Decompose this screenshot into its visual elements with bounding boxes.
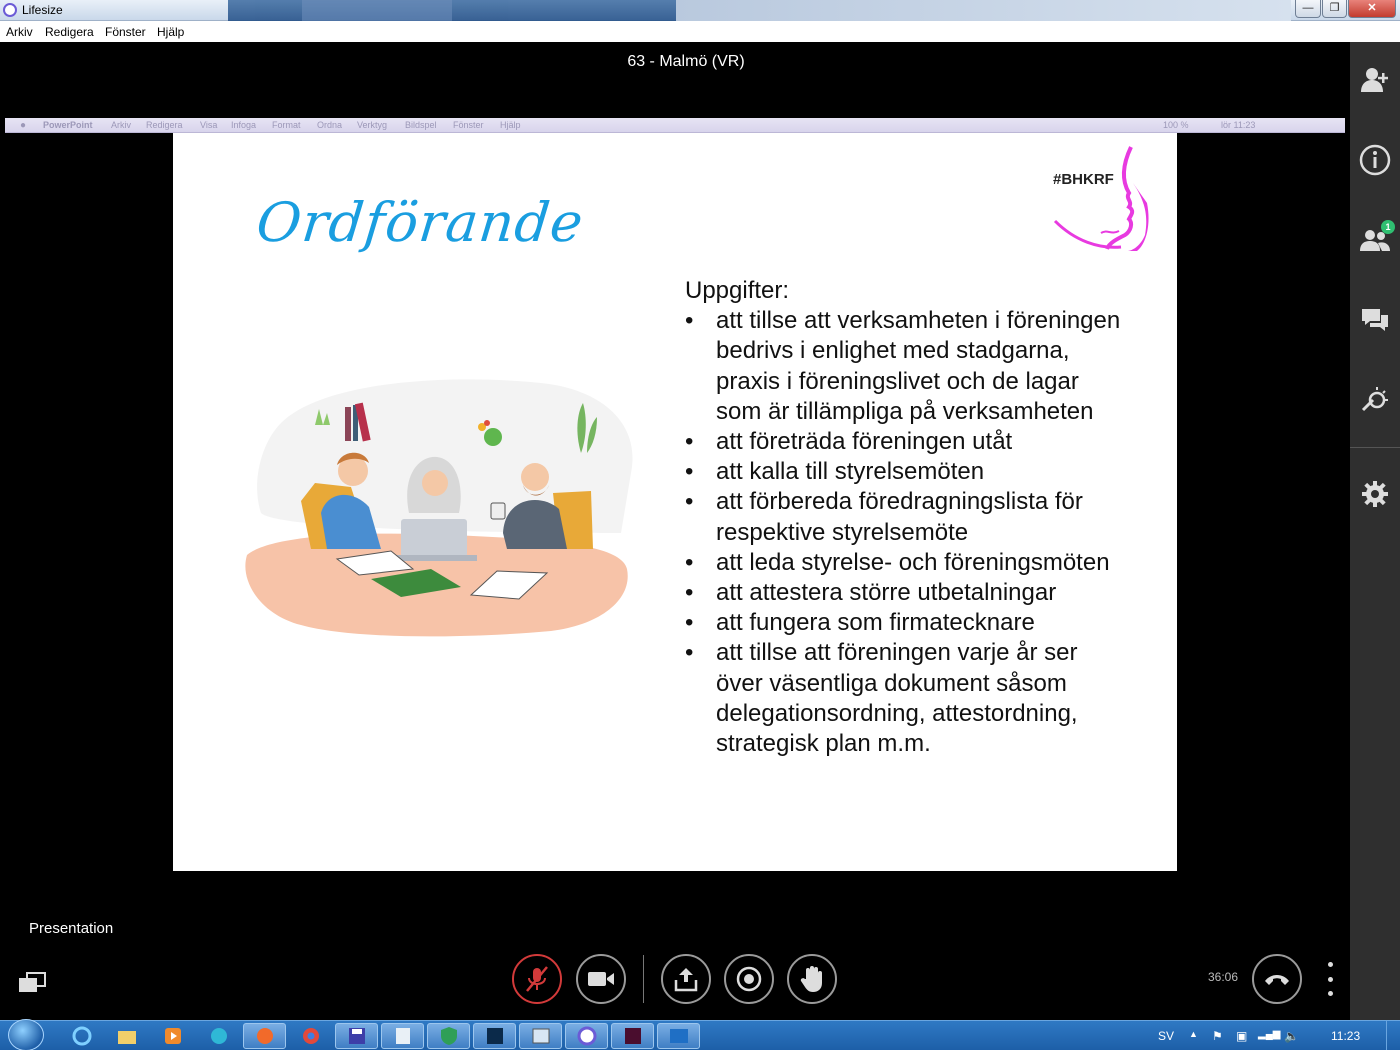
bullet-item: att förbereda föredragningslista för res… bbox=[685, 487, 1125, 547]
participants-badge: 1 bbox=[1381, 220, 1395, 234]
bullet-item: att leda styrelse- och föreningsmöten bbox=[685, 548, 1125, 578]
taskbar-security-icon[interactable] bbox=[427, 1023, 470, 1049]
network-signal-icon[interactable]: ▂▄▆ bbox=[1258, 1029, 1280, 1040]
shared-mac-menu-bar: ● PowerPoint Arkiv Redigera Visa Infoga … bbox=[5, 118, 1345, 133]
rail-divider bbox=[1350, 447, 1400, 448]
window-title: Lifesize bbox=[22, 3, 63, 17]
bhkrf-logo bbox=[1053, 146, 1149, 251]
taskbar-notepad-icon[interactable] bbox=[381, 1023, 424, 1049]
background-window-strip bbox=[676, 0, 1291, 21]
menu-redigera[interactable]: Redigera bbox=[45, 25, 94, 39]
start-button[interactable] bbox=[8, 1019, 44, 1050]
lifesize-app-icon bbox=[3, 3, 17, 17]
chat-icon[interactable] bbox=[1359, 304, 1391, 336]
maximize-button[interactable]: ❐ bbox=[1322, 0, 1347, 18]
record-icon bbox=[736, 966, 762, 992]
taskbar-photoshop-icon[interactable] bbox=[473, 1023, 516, 1049]
settings-icon[interactable] bbox=[1359, 478, 1391, 510]
hand-icon bbox=[800, 966, 822, 992]
shared-battery: 100 % bbox=[1163, 120, 1189, 130]
share-screen-button[interactable] bbox=[661, 954, 711, 1004]
raise-hand-button[interactable] bbox=[787, 954, 837, 1004]
add-participant-icon[interactable] bbox=[1359, 64, 1391, 96]
taskbar-internet-explorer-icon[interactable] bbox=[60, 1023, 103, 1049]
dot bbox=[1327, 976, 1333, 982]
slide-title: Ordförande bbox=[253, 191, 587, 254]
dot bbox=[1327, 991, 1333, 996]
dot bbox=[1327, 962, 1333, 967]
menu-fonster[interactable]: Fönster bbox=[105, 25, 146, 39]
participants-icon[interactable]: 1 bbox=[1359, 220, 1395, 256]
record-button[interactable] bbox=[724, 954, 774, 1004]
microphone-muted-icon bbox=[526, 966, 548, 992]
shared-clock: lör 11:23 bbox=[1221, 120, 1256, 130]
menu-bar: Arkiv Redigera Fönster Hjälp bbox=[0, 21, 1400, 42]
info-icon[interactable] bbox=[1359, 144, 1391, 176]
bullet-item: att fungera som firmatecknare bbox=[685, 608, 1125, 638]
shared-menu-item: Visa bbox=[200, 120, 218, 130]
hang-up-button[interactable] bbox=[1252, 954, 1302, 1004]
title-bar: Lifesize — ❐ ✕ bbox=[0, 0, 1400, 21]
taskbar-chrome-icon[interactable] bbox=[289, 1023, 332, 1049]
lifesize-window: Lifesize — ❐ ✕ Arkiv Redigera Fönster Hj… bbox=[0, 0, 1400, 1050]
background-windows bbox=[228, 0, 676, 21]
taskbar-firefox-icon[interactable] bbox=[243, 1023, 286, 1049]
taskbar-outlook-icon[interactable] bbox=[657, 1023, 700, 1049]
shared-menu-item: Hjälp bbox=[500, 120, 521, 130]
bullet-item: att kalla till styrelsemöten bbox=[685, 457, 1125, 487]
bullet-item: att företräda föreningen utåt bbox=[685, 427, 1125, 457]
windows-taskbar: SV ▲ ⚑ ▣ ▂▄▆ 🔈 11:23 bbox=[0, 1019, 1400, 1050]
show-desktop-button[interactable] bbox=[1386, 1021, 1400, 1050]
apple-icon: ● bbox=[20, 120, 27, 131]
popout-icon[interactable] bbox=[18, 972, 46, 994]
mute-microphone-button[interactable] bbox=[512, 954, 562, 1004]
shared-menu-item: Bildspel bbox=[405, 120, 437, 130]
hang-up-icon bbox=[1265, 975, 1289, 985]
call-timer: 36:06 bbox=[1208, 970, 1239, 984]
presentation-slide: Ordförande #BHKRF Uppgifter: • att tills… bbox=[173, 133, 1177, 871]
slide-body: Uppgifter: att tillse att verksamheten i… bbox=[685, 276, 1125, 759]
share-icon bbox=[674, 968, 698, 992]
camera-button[interactable] bbox=[576, 954, 626, 1004]
language-indicator[interactable]: SV bbox=[1158, 1029, 1174, 1043]
whiteboard-icon[interactable] bbox=[1359, 384, 1391, 416]
bullet-item: att tillse att föreningen varje år ser ö… bbox=[685, 638, 1125, 759]
bullet-item: att attestera större utbetalningar bbox=[685, 578, 1125, 608]
presentation-label: Presentation bbox=[29, 920, 114, 937]
slide-heading: Uppgifter: bbox=[685, 277, 790, 304]
action-center-flag-icon[interactable]: ⚑ bbox=[1212, 1029, 1223, 1043]
taskbar-file-explorer-icon[interactable] bbox=[105, 1023, 148, 1049]
taskbar-save-app-icon[interactable] bbox=[335, 1023, 378, 1049]
volume-icon[interactable]: 🔈 bbox=[1284, 1029, 1299, 1043]
video-camera-icon bbox=[588, 972, 614, 986]
meeting-title: 63 - Malmö (VR) bbox=[627, 53, 745, 70]
more-options-button[interactable] bbox=[1320, 962, 1340, 996]
menu-arkiv[interactable]: Arkiv bbox=[6, 25, 33, 39]
shared-menu-item: Infoga bbox=[231, 120, 257, 130]
meeting-illustration bbox=[245, 379, 633, 637]
tray-expand-icon[interactable]: ▲ bbox=[1189, 1029, 1198, 1039]
close-button[interactable]: ✕ bbox=[1348, 0, 1396, 18]
bullet-item: att tillse att verksamheten i föreningen… bbox=[685, 306, 1125, 427]
taskbar-window-icon[interactable] bbox=[519, 1023, 562, 1049]
right-sidebar: 1 bbox=[1350, 42, 1400, 1020]
slide-bullet-list: att tillse att verksamheten i föreningen… bbox=[685, 306, 1125, 759]
taskbar-indesign-icon[interactable] bbox=[611, 1023, 654, 1049]
taskbar-media-player-icon[interactable] bbox=[151, 1023, 194, 1049]
tray-device-icon[interactable]: ▣ bbox=[1236, 1029, 1247, 1043]
taskbar-lifesize-icon[interactable] bbox=[565, 1023, 608, 1049]
shared-menu-item: Redigera bbox=[146, 120, 183, 130]
taskbar-edge-icon[interactable] bbox=[197, 1023, 240, 1049]
shared-menu-item: PowerPoint bbox=[43, 120, 93, 130]
taskbar-clock[interactable]: 11:23 bbox=[1331, 1029, 1360, 1043]
controls-separator bbox=[643, 955, 644, 1003]
shared-menu-item: Verktyg bbox=[357, 120, 388, 130]
shared-menu-item: Ordna bbox=[317, 120, 343, 130]
shared-menu-item: Arkiv bbox=[111, 120, 131, 130]
shared-menu-item: Fönster bbox=[453, 120, 484, 130]
shared-menu-item: Format bbox=[272, 120, 301, 130]
menu-hjalp[interactable]: Hjälp bbox=[157, 25, 184, 39]
minimize-button[interactable]: — bbox=[1295, 0, 1321, 18]
